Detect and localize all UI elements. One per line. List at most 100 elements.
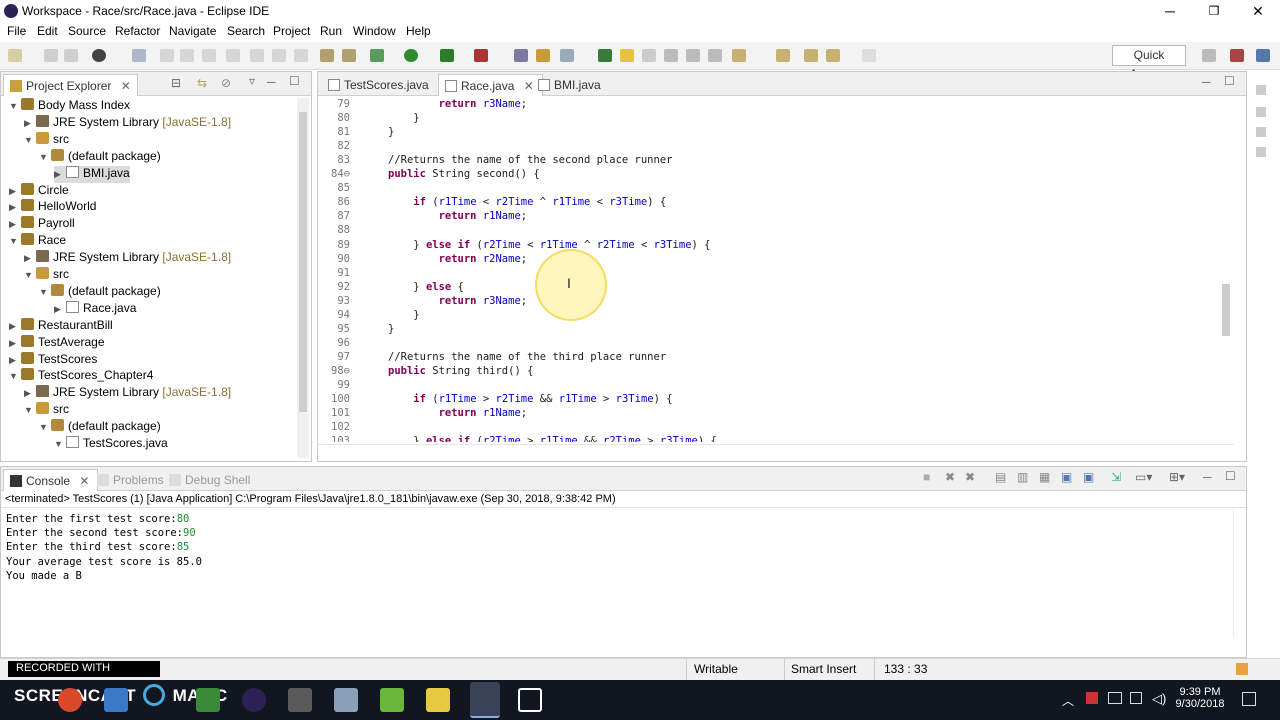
show-hidden-icons[interactable]: ︿ — [1062, 692, 1074, 709]
chevron-down-icon[interactable]: ▼ — [24, 405, 36, 415]
checkmark-app-icon[interactable] — [380, 688, 404, 712]
tree-item[interactable]: ▼ (default package) — [39, 148, 161, 166]
tree-item[interactable]: ▶ Race.java — [54, 300, 136, 318]
tab-bmi-java[interactable]: BMI.java — [532, 74, 609, 96]
tab-debug-shell[interactable]: Debug Shell — [163, 469, 258, 491]
chevron-down-icon[interactable]: ▼ — [9, 371, 21, 381]
menu-file[interactable]: File — [7, 24, 26, 38]
coverage-icon[interactable] — [440, 49, 454, 62]
toggle-breakpoint-icon[interactable] — [342, 49, 356, 62]
code-line[interactable]: 103 } else if (r2Time > r1Time && r2Time… — [318, 435, 1218, 442]
chevron-right-icon[interactable]: ▶ — [54, 304, 66, 315]
editor-scrollbar[interactable] — [1220, 98, 1232, 442]
minimize-view-icon[interactable]: ─ — [1203, 470, 1212, 484]
code-line[interactable]: 95} — [318, 323, 1218, 337]
tab-console[interactable]: Console ✕ — [3, 469, 99, 491]
menu-refactor[interactable]: Refactor — [115, 24, 160, 38]
code-line[interactable]: 84⊖ public String second() { — [318, 168, 1218, 182]
code-line[interactable]: 79 return r3Name; — [318, 98, 1218, 112]
console-scrollbar[interactable] — [1233, 509, 1245, 637]
notification-icon[interactable] — [1236, 663, 1248, 675]
chevron-down-icon[interactable]: ▼ — [39, 287, 51, 297]
code-line[interactable]: 93 return r3Name; — [318, 295, 1218, 309]
tree-item[interactable]: ▼ src — [24, 402, 69, 419]
chevron-down-icon[interactable]: ▼ — [9, 101, 21, 111]
new-icon[interactable] — [8, 49, 22, 62]
tree-item[interactable]: ▼ src — [24, 131, 69, 149]
tree-item[interactable]: ▶ JRE System Library [JavaSE-1.8] — [24, 385, 231, 402]
open-console-icon[interactable]: ⊞▾ — [1169, 470, 1185, 484]
chevron-right-icon[interactable]: ▶ — [24, 388, 36, 399]
file-explorer-icon[interactable] — [104, 688, 128, 712]
collapse-all-icon[interactable]: ⊟ — [171, 76, 181, 90]
chevron-down-icon[interactable]: ▼ — [24, 135, 36, 145]
tab-problems[interactable]: Problems — [91, 469, 172, 491]
java-perspective-icon[interactable] — [1256, 49, 1270, 62]
prev-annotation-icon[interactable] — [776, 49, 790, 62]
code-line[interactable]: 91 — [318, 267, 1218, 281]
forward-icon[interactable] — [862, 49, 876, 62]
step-return-icon[interactable] — [294, 49, 308, 62]
tree-item[interactable]: ▶ Payroll — [9, 216, 75, 233]
last-edit-icon[interactable] — [804, 49, 818, 62]
resume-icon[interactable] — [160, 49, 174, 62]
code-line[interactable]: 98⊖ public String third() { — [318, 365, 1218, 379]
menu-project[interactable]: Project — [273, 24, 310, 38]
save-all-icon[interactable] — [64, 49, 78, 62]
code-line[interactable]: 81} — [318, 126, 1218, 140]
restore-button[interactable]: ❐ — [1192, 0, 1236, 22]
save-icon[interactable] — [44, 49, 58, 62]
java-ee-perspective-icon[interactable] — [1230, 49, 1244, 62]
display-selected-console-icon[interactable]: ▭▾ — [1135, 470, 1152, 484]
word-wrap-icon[interactable] — [642, 49, 656, 62]
code-line[interactable]: 99 — [318, 379, 1218, 393]
code-line[interactable]: 89 } else if (r2Time < r1Time ^ r2Time <… — [318, 239, 1218, 253]
tree-item[interactable]: ▶ TestScores — [9, 351, 97, 369]
terminate-icon[interactable] — [202, 49, 216, 62]
remove-launch-icon[interactable]: ✖ — [945, 470, 955, 484]
mark-occurrences-icon[interactable] — [620, 49, 634, 62]
word-wrap-icon[interactable]: ▦ — [1039, 470, 1050, 484]
chevron-right-icon[interactable]: ▶ — [9, 338, 21, 349]
skip-breakpoints-icon[interactable] — [132, 49, 146, 62]
suspend-icon[interactable] — [180, 49, 194, 62]
show-whitespace-icon[interactable] — [686, 49, 700, 62]
menu-navigate[interactable]: Navigate — [169, 24, 216, 38]
code-line[interactable]: 97 //Returns the name of the third place … — [318, 351, 1218, 365]
code-line[interactable]: 85 — [318, 182, 1218, 196]
chevron-right-icon[interactable]: ▶ — [9, 202, 21, 213]
tree-item[interactable]: ▶ TestAverage — [9, 334, 105, 352]
chrome-icon[interactable] — [58, 688, 82, 712]
code-line[interactable]: 87 return r1Name; — [318, 210, 1218, 224]
tree-scrollbar[interactable] — [297, 98, 309, 458]
tab-testscores-java[interactable]: TestScores.java — [322, 74, 437, 96]
code-area[interactable]: 79 return r3Name; 80 } 81} 82 83//Returns th… — [318, 98, 1218, 442]
tree-item[interactable]: ▼ (default package) — [39, 283, 161, 301]
outline-icon[interactable] — [1256, 85, 1266, 95]
close-icon[interactable]: ✕ — [121, 79, 131, 93]
menu-run[interactable]: Run — [320, 24, 342, 38]
disconnect-icon[interactable] — [226, 49, 240, 62]
minimize-editor-icon[interactable]: ─ — [1202, 75, 1211, 89]
windows-app-icon[interactable] — [334, 688, 358, 712]
code-line[interactable]: 83 //Returns the name of the second place… — [318, 154, 1218, 168]
chevron-right-icon[interactable]: ▶ — [9, 186, 21, 197]
chevron-right-icon[interactable]: ▶ — [24, 118, 36, 129]
sticky-notes-icon[interactable] — [426, 688, 450, 712]
console-output[interactable]: Enter the first test score:80 Enter the s… — [1, 509, 1231, 639]
code-line[interactable]: 96 — [318, 337, 1218, 351]
code-line[interactable]: 86 if (r1Time < r2Time ^ r1Time < r3Time… — [318, 196, 1218, 210]
hierarchy-icon[interactable] — [1256, 127, 1266, 137]
tray-app-icon[interactable] — [1086, 692, 1098, 704]
close-button[interactable]: ✕ — [1236, 0, 1280, 22]
back-icon[interactable] — [826, 49, 840, 62]
external-tools-icon[interactable] — [474, 49, 488, 62]
code-line[interactable]: 100 if (r1Time > r2Time && r1Time > r3Ti… — [318, 393, 1218, 407]
tree-item[interactable]: ▶ JRE System Library [JavaSE-1.8] — [24, 250, 231, 267]
code-line[interactable]: 102 — [318, 421, 1218, 435]
menu-edit[interactable]: Edit — [37, 24, 58, 38]
editor-scrollbar-thumb[interactable] — [1222, 284, 1230, 336]
menu-source[interactable]: Source — [68, 24, 106, 38]
chevron-right-icon[interactable]: ▶ — [9, 321, 21, 332]
task-list-icon[interactable] — [1256, 107, 1266, 117]
